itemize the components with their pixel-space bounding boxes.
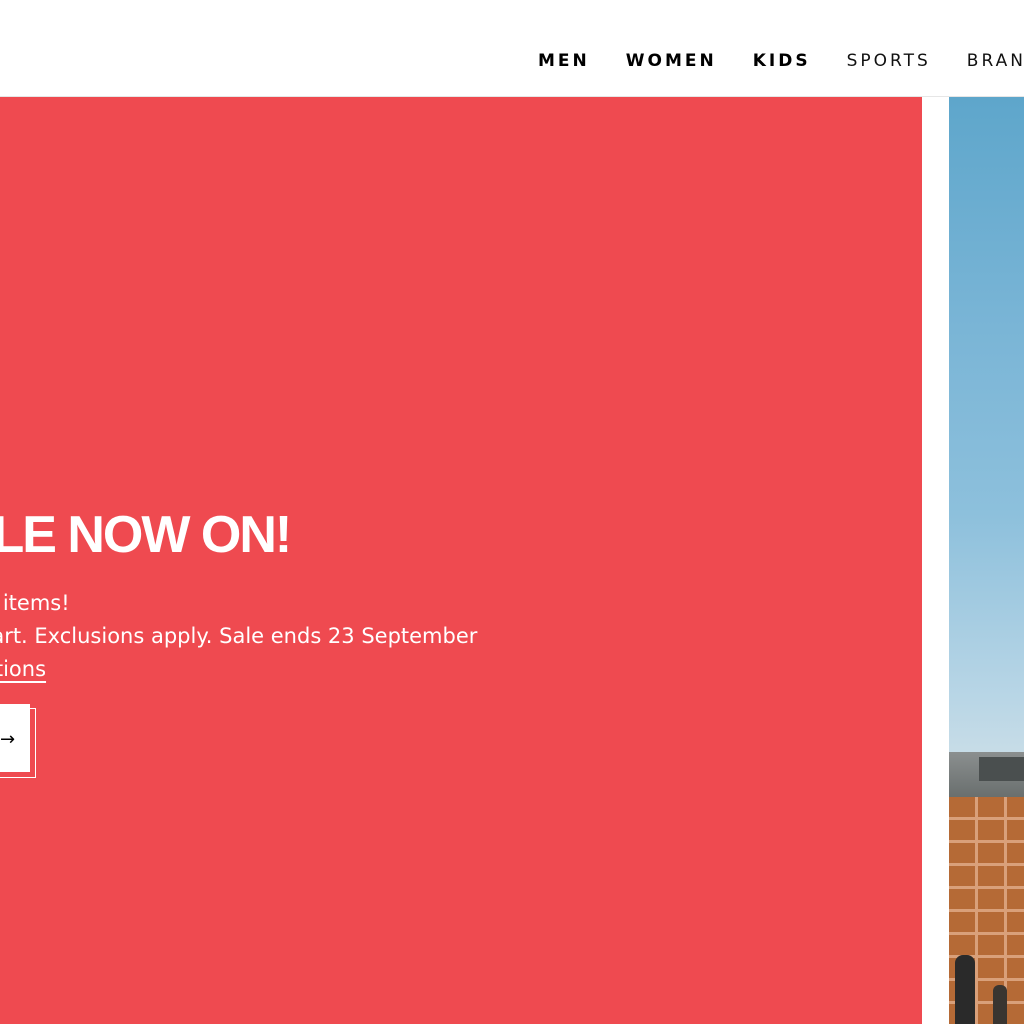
photo-roof xyxy=(979,757,1024,781)
nav-item-men[interactable]: MEN xyxy=(538,51,590,71)
hero-title: T SALE NOW ON! xyxy=(0,506,292,564)
photo-person-2 xyxy=(993,985,1007,1024)
shop-sale-button[interactable]: → xyxy=(0,704,30,772)
nav-item-women[interactable]: WOMEN xyxy=(626,51,717,71)
banner-gutter xyxy=(922,97,949,1024)
main-nav: MEN WOMEN KIDS SPORTS BRANDS xyxy=(538,51,1024,71)
nav-item-brands[interactable]: BRANDS xyxy=(967,51,1024,71)
nav-item-sports[interactable]: SPORTS xyxy=(847,51,931,71)
site-header: MEN WOMEN KIDS SPORTS BRANDS xyxy=(0,0,1024,97)
photo-person xyxy=(955,955,975,1024)
hero-details: at cart. Exclusions apply. Sale ends 23 … xyxy=(0,624,478,648)
arrow-right-icon: → xyxy=(0,729,16,750)
sale-hero-banner: T SALE NOW ON! s off sale items! at cart… xyxy=(0,97,922,1024)
terms-conditions-link[interactable]: conditions xyxy=(0,653,46,686)
nav-item-kids[interactable]: KIDS xyxy=(753,51,811,71)
promo-photo[interactable] xyxy=(949,97,1024,1024)
hero-subtitle: s off sale items! xyxy=(0,591,70,615)
